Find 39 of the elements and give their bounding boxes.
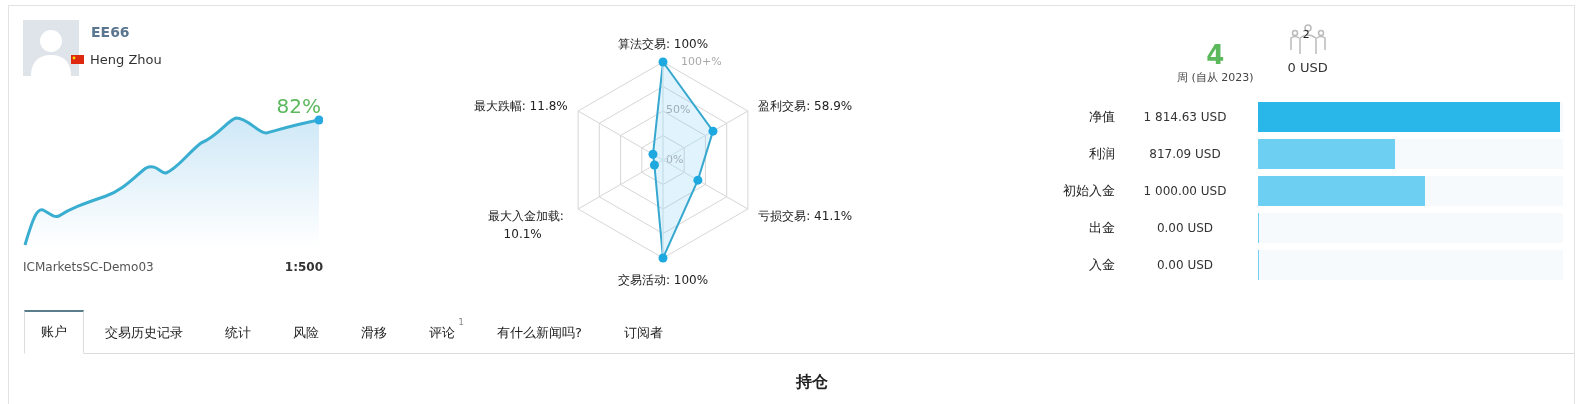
balance-label: 出金 — [1088, 219, 1115, 237]
balance-label: 入金 — [1088, 256, 1115, 274]
balance-value: 1 000.00 USD — [1142, 184, 1228, 198]
weeks-caption: 周 (自从 2023) — [1177, 70, 1254, 85]
avatar-icon — [23, 20, 79, 76]
axis-label: 算法交易: 100% — [617, 37, 709, 51]
axis-label: 最大入金加载: 10.1% — [487, 209, 564, 241]
server-name: ICMarketsSC-Demo03 — [23, 260, 154, 274]
axis-label: 亏损交易: 41.1% — [758, 209, 853, 223]
subscriber-count: 2 — [1302, 28, 1310, 41]
balance-label: 净值 — [1088, 108, 1115, 126]
subscription-price: 0 USD — [1287, 60, 1328, 75]
axis-label: 最大跌幅: 11.8% — [473, 99, 568, 113]
flag-icon — [71, 55, 84, 64]
balance-value: 0.00 USD — [1155, 258, 1215, 272]
axis-label: 盈利交易: 58.9% — [758, 99, 853, 113]
tick-label: 50% — [666, 103, 691, 116]
leverage: 1:500 — [284, 260, 323, 274]
weeks-count: 4 — [1206, 40, 1225, 70]
tab[interactable]: 订阅者 — [602, 310, 684, 354]
section-title: 持仓 — [795, 372, 828, 393]
location: Heng Zhou — [90, 52, 162, 67]
tab[interactable]: 账户 — [24, 310, 84, 354]
tab[interactable]: 风险 — [272, 310, 340, 354]
balance-label: 利润 — [1088, 145, 1115, 163]
balance-label: 初始入金 — [1062, 182, 1115, 200]
tab[interactable]: 交易历史记录 — [84, 310, 204, 354]
tab[interactable]: 统计 — [204, 310, 272, 354]
axis-label: 交易活动: 100% — [617, 273, 709, 287]
tab[interactable]: 滑移 — [340, 310, 408, 354]
tick-label: 100+% — [681, 55, 722, 68]
balance-value: 817.09 USD — [1148, 147, 1222, 161]
tab[interactable]: 有什么新闻吗? — [476, 310, 603, 354]
user-name[interactable]: EE66 — [91, 24, 162, 40]
growth-value: 82% — [276, 94, 321, 118]
balance-value: 0.00 USD — [1155, 221, 1215, 235]
balance-value: 1 814.63 USD — [1142, 110, 1228, 124]
people-icon — [1287, 24, 1328, 56]
tick-label: 0% — [666, 153, 684, 166]
